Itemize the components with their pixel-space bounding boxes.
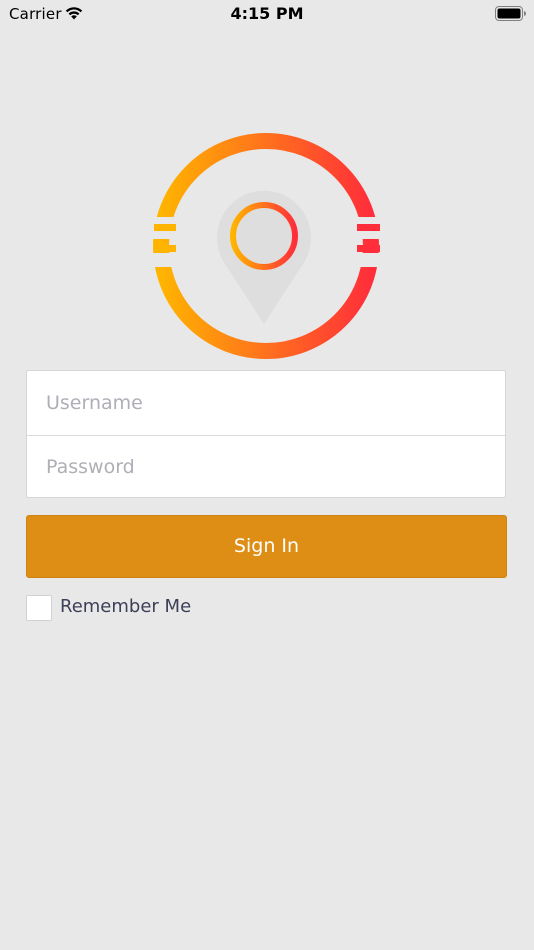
- remember-me-checkbox[interactable]: [26, 595, 52, 621]
- app-logo: [152, 132, 382, 366]
- status-bar: Carrier 4:15 PM: [0, 0, 534, 28]
- login-form: [26, 370, 506, 499]
- battery-icon: [495, 6, 527, 25]
- location-pin-ring-logo: [152, 133, 382, 359]
- remember-me-label[interactable]: Remember Me: [60, 596, 191, 617]
- password-input[interactable]: [27, 435, 505, 499]
- status-time: 4:15 PM: [230, 4, 304, 23]
- sign-in-button[interactable]: Sign In: [26, 515, 507, 578]
- username-input[interactable]: [27, 371, 505, 435]
